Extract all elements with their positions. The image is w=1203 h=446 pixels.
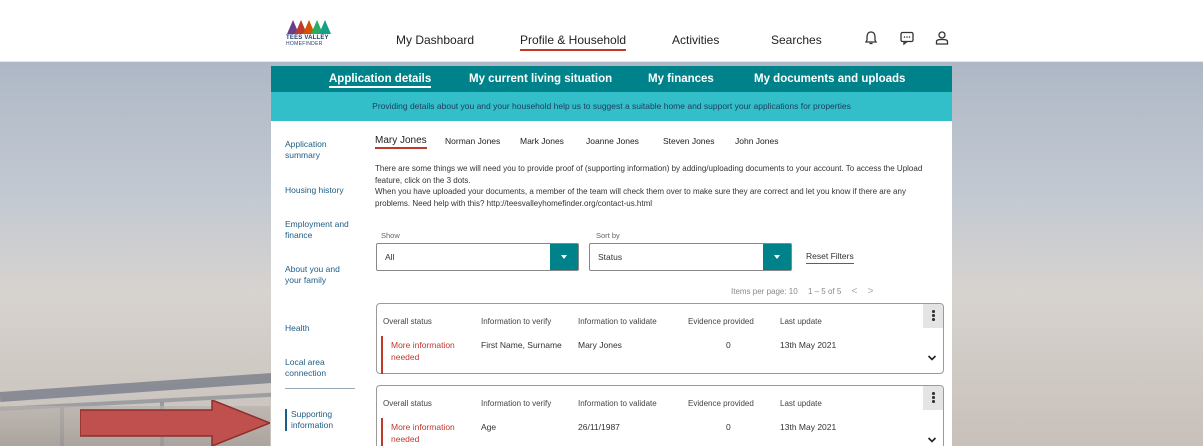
record-row[interactable]: Overall status Information to verify Inf… xyxy=(376,303,944,374)
show-label: Show xyxy=(381,231,400,240)
annotation-arrow-icon xyxy=(80,400,270,446)
reset-filters-link[interactable]: Reset Filters xyxy=(806,251,854,264)
verify-value: Age xyxy=(481,422,497,432)
nav-activities[interactable]: Activities xyxy=(672,33,719,47)
chevron-down-icon[interactable] xyxy=(927,353,937,363)
member-tab-mary[interactable]: Mary Jones xyxy=(375,135,427,149)
header-info-verify: Information to verify xyxy=(481,399,552,408)
chevron-down-icon[interactable] xyxy=(927,435,937,445)
header-last-update: Last update xyxy=(780,317,822,326)
tab-current-living-situation[interactable]: My current living situation xyxy=(469,73,612,85)
items-per-page[interactable]: Items per page: 10 xyxy=(731,287,798,296)
status-indicator xyxy=(381,336,383,374)
evidence-value: 0 xyxy=(726,422,731,432)
member-tab-norman[interactable]: Norman Jones xyxy=(445,136,500,146)
member-tab-mark[interactable]: Mark Jones xyxy=(520,136,564,146)
tab-my-finances[interactable]: My finances xyxy=(648,73,714,85)
show-select-value: All xyxy=(385,252,395,262)
tab-application-details[interactable]: Application details xyxy=(329,73,432,88)
nav-searches[interactable]: Searches xyxy=(771,33,822,47)
more-options-button[interactable] xyxy=(923,386,943,410)
header-overall-status: Overall status xyxy=(383,399,432,408)
logo-text-line2: HOMEFINDER xyxy=(286,41,323,47)
application-card: Application details My current living si… xyxy=(271,66,952,446)
sidebar-item-about-you-family[interactable]: About you and your family xyxy=(285,264,355,286)
sub-navigation: Application details My current living si… xyxy=(271,66,952,92)
member-tab-steven[interactable]: Steven Jones xyxy=(663,136,715,146)
sort-select-value: Status xyxy=(598,252,623,262)
show-dropdown-button[interactable] xyxy=(550,244,578,270)
sidebar-divider xyxy=(285,388,355,389)
top-navigation: TEES VALLEY HOMEFINDER My Dashboard Prof… xyxy=(0,0,1203,62)
updated-value: 13th May 2021 xyxy=(780,422,837,432)
status-indicator xyxy=(381,418,383,446)
sidebar-item-housing-history[interactable]: Housing history xyxy=(285,185,355,196)
page-range: 1 – 5 of 5 xyxy=(807,287,842,296)
logo-mark-icon xyxy=(287,20,331,34)
header-info-validate: Information to validate xyxy=(578,317,657,326)
header-overall-status: Overall status xyxy=(383,317,432,326)
nav-my-dashboard[interactable]: My Dashboard xyxy=(396,33,474,47)
sidebar-item-application-summary[interactable]: Application summary xyxy=(285,139,355,161)
chevron-down-icon xyxy=(774,255,780,259)
evidence-value: 0 xyxy=(726,340,731,350)
logo[interactable]: TEES VALLEY HOMEFINDER xyxy=(283,18,339,50)
tab-documents-uploads[interactable]: My documents and uploads xyxy=(754,73,905,85)
message-icon[interactable] xyxy=(899,30,915,46)
record-row[interactable]: Overall status Information to verify Inf… xyxy=(376,385,944,446)
updated-value: 13th May 2021 xyxy=(780,340,837,350)
sort-dropdown-button[interactable] xyxy=(763,244,791,270)
header-evidence: Evidence provided xyxy=(688,317,754,326)
more-vertical-icon xyxy=(932,392,935,404)
verify-value: First Name, Surname xyxy=(481,340,562,350)
bell-icon[interactable] xyxy=(863,30,879,46)
validate-value: Mary Jones xyxy=(578,340,622,350)
show-select[interactable]: All xyxy=(376,243,579,271)
member-tab-joanne[interactable]: Joanne Jones xyxy=(586,136,639,146)
paginator: Items per page: 10 1 – 5 of 5 < > xyxy=(731,286,881,297)
header-evidence: Evidence provided xyxy=(688,399,754,408)
info-banner: Providing details about you and your hou… xyxy=(271,92,952,121)
nav-profile-household[interactable]: Profile & Household xyxy=(520,33,627,51)
more-options-button[interactable] xyxy=(923,304,943,328)
sidebar-item-employment-finance[interactable]: Employment and finance xyxy=(285,219,355,241)
chevron-down-icon xyxy=(561,255,567,259)
status-text: More information needed xyxy=(391,422,455,444)
more-vertical-icon xyxy=(932,310,935,322)
prev-page-button[interactable]: < xyxy=(852,286,858,297)
user-icon[interactable] xyxy=(934,30,950,46)
next-page-button[interactable]: > xyxy=(868,286,874,297)
member-tab-john[interactable]: John Jones xyxy=(735,136,778,146)
sidebar-item-supporting-information[interactable]: Supporting information xyxy=(285,409,355,431)
sidebar-item-local-area-connection[interactable]: Local area connection xyxy=(285,357,355,379)
header-info-verify: Information to verify xyxy=(481,317,552,326)
sort-select[interactable]: Status xyxy=(589,243,792,271)
sidebar: Application summary Housing history Empl… xyxy=(271,121,361,446)
header-last-update: Last update xyxy=(780,399,822,408)
header-info-validate: Information to validate xyxy=(578,399,657,408)
intro-text: There are some things we will need you t… xyxy=(375,164,923,208)
status-text: More information needed xyxy=(391,340,455,362)
sidebar-item-health[interactable]: Health xyxy=(285,323,355,334)
validate-value: 26/11/1987 xyxy=(578,422,620,432)
sort-label: Sort by xyxy=(596,231,620,240)
